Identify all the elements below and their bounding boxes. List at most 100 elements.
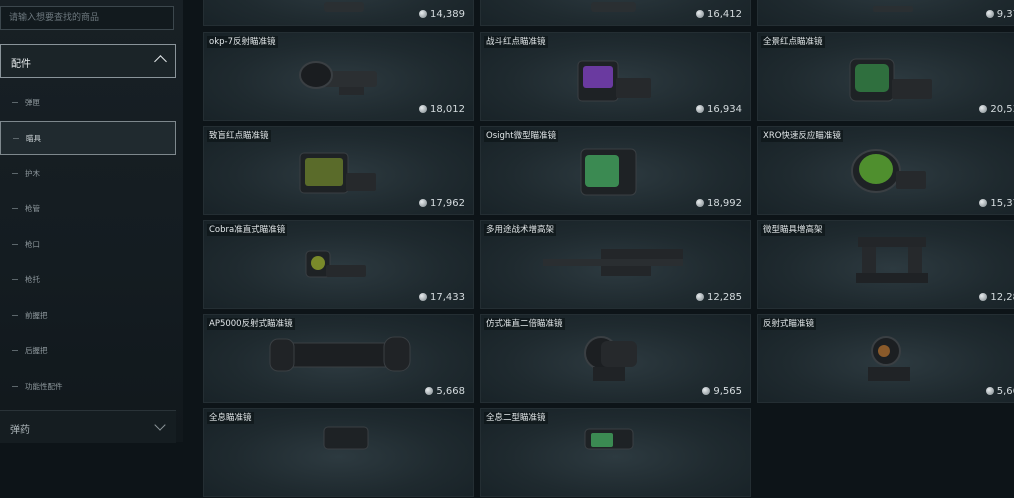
- coin-icon: [425, 387, 434, 395]
- product-card[interactable]: 反射式瞄准镜 5,66: [757, 314, 1014, 403]
- coin-icon: [696, 199, 704, 207]
- search-placeholder: 请输入想要查找的商品: [9, 13, 100, 23]
- product-name: 微型瞄具增高架: [761, 224, 825, 236]
- dash-icon: [12, 244, 18, 245]
- sidebar-item-stock[interactable]: 枪托: [0, 263, 176, 297]
- price-value: 9,565: [713, 386, 742, 397]
- product-card[interactable]: XRO快速反应瞄准镜 15,37: [757, 126, 1014, 215]
- product-card[interactable]: 战斗红点瞄准镜 16,934: [480, 32, 751, 121]
- sidebar-item-pistol-grip[interactable]: 后握把: [0, 334, 176, 368]
- coin-icon: [979, 293, 988, 301]
- price: 15,37: [979, 198, 1014, 209]
- search-input[interactable]: 请输入想要查找的商品: [0, 6, 174, 30]
- dash-icon: [12, 208, 18, 209]
- price: 18,992: [696, 198, 742, 209]
- price-value: 12,285: [707, 292, 742, 303]
- product-card[interactable]: 全息瞄准镜: [203, 408, 474, 497]
- dash-icon: [12, 315, 18, 316]
- dash-icon: [12, 173, 18, 174]
- price: 16,934: [696, 104, 742, 115]
- sidebar-item-label: 功能性配件: [25, 382, 63, 391]
- coin-icon: [702, 387, 711, 395]
- product-name: 全景红点瞄准镜: [761, 36, 825, 48]
- price: 5,66: [985, 386, 1014, 397]
- sidebar-item-label: 弹匣: [25, 98, 40, 107]
- price: 16,412: [696, 9, 742, 20]
- product-name: 仿式准直二倍瞄准镜: [484, 318, 565, 330]
- price-value: 15,37: [990, 198, 1014, 209]
- price: 17,962: [419, 198, 465, 209]
- product-name: okp-7反射瞄准镜: [207, 36, 278, 48]
- product-name: 致盲红点瞄准镜: [207, 130, 271, 142]
- coin-icon: [979, 105, 988, 113]
- sidebar-item-label: 护木: [25, 169, 40, 178]
- product-card[interactable]: 16,412: [480, 0, 751, 26]
- category-accessories[interactable]: 配件: [0, 44, 176, 78]
- product-grid: 14,389 16,412 9,37 okp-7反射瞄准镜 18,012 战斗红…: [203, 0, 1014, 497]
- sidebar-item-label: 枪口: [25, 240, 40, 249]
- category-ammo[interactable]: 弹药: [0, 410, 176, 443]
- product-name: Osight微型瞄准镜: [484, 130, 559, 142]
- product-card[interactable]: 14,389: [203, 0, 474, 26]
- sidebar-item-label: 后握把: [25, 346, 48, 355]
- product-card[interactable]: 致盲红点瞄准镜 17,962: [203, 126, 474, 215]
- sidebar-item-handguard[interactable]: 护木: [0, 157, 176, 191]
- price-value: 14,389: [430, 9, 465, 20]
- sidebar-item-functional[interactable]: 功能性配件: [0, 370, 176, 404]
- price: 9,37: [985, 9, 1014, 20]
- product-card[interactable]: 微型瞄具增高架 12,28: [757, 220, 1014, 309]
- product-card[interactable]: 全景红点瞄准镜 20,53: [757, 32, 1014, 121]
- sight-icon: [873, 6, 913, 12]
- coin-icon: [696, 105, 704, 113]
- coin-icon: [979, 199, 988, 207]
- price-value: 16,934: [707, 104, 742, 115]
- dash-icon: [12, 279, 18, 280]
- price-value: 16,412: [707, 9, 742, 20]
- price-value: 18,992: [707, 198, 742, 209]
- coin-icon: [696, 10, 704, 18]
- sidebar-item-sights[interactable]: 瞄具: [0, 121, 176, 155]
- price: 9,565: [702, 386, 742, 397]
- price-value: 17,962: [430, 198, 465, 209]
- price: 12,285: [696, 292, 742, 303]
- product-name: 战斗红点瞄准镜: [484, 36, 548, 48]
- coin-icon: [419, 199, 427, 207]
- sidebar-item-label: 枪管: [25, 204, 40, 213]
- product-card[interactable]: 仿式准直二倍瞄准镜 9,565: [480, 314, 751, 403]
- product-card[interactable]: 多用途战术增高架 12,285: [480, 220, 751, 309]
- product-card[interactable]: okp-7反射瞄准镜 18,012: [203, 32, 474, 121]
- price: 18,012: [419, 104, 465, 115]
- product-card[interactable]: 全息二型瞄准镜: [480, 408, 751, 497]
- price-value: 5,668: [436, 386, 465, 397]
- product-name: XRO快速反应瞄准镜: [761, 130, 843, 142]
- price-value: 20,53: [990, 104, 1014, 115]
- price: 12,28: [979, 292, 1014, 303]
- sidebar-item-muzzle[interactable]: 枪口: [0, 228, 176, 262]
- product-name: 全息二型瞄准镜: [484, 412, 548, 424]
- sidebar-item-magazine[interactable]: 弹匣: [0, 86, 176, 120]
- product-card[interactable]: AP5000反射式瞄准镜 5,668: [203, 314, 474, 403]
- product-card[interactable]: Cobra准直式瞄准镜 17,433: [203, 220, 474, 309]
- product-name: AP5000反射式瞄准镜: [207, 318, 295, 330]
- price-value: 18,012: [430, 104, 465, 115]
- dash-icon: [12, 350, 18, 351]
- price: 5,668: [425, 386, 465, 397]
- price-value: 17,433: [430, 292, 465, 303]
- price-value: 12,28: [990, 292, 1014, 303]
- dash-icon: [12, 386, 18, 387]
- price-value: 5,66: [996, 386, 1014, 397]
- product-card[interactable]: Osight微型瞄准镜 18,992: [480, 126, 751, 215]
- sidebar-item-label: 瞄具: [26, 134, 41, 143]
- sidebar-item-label: 枪托: [25, 275, 40, 284]
- sidebar-item-foregrip[interactable]: 前握把: [0, 299, 176, 333]
- category-label: 配件: [11, 59, 31, 70]
- chevron-up-icon: [154, 55, 167, 68]
- product-name: 反射式瞄准镜: [761, 318, 817, 330]
- dash-icon: [12, 102, 18, 103]
- coin-icon: [696, 293, 704, 301]
- price-value: 9,37: [996, 9, 1014, 20]
- sidebar-item-barrel[interactable]: 枪管: [0, 192, 176, 226]
- product-card[interactable]: 9,37: [757, 0, 1014, 26]
- dash-icon: [13, 138, 19, 139]
- product-name: 多用途战术增高架: [484, 224, 557, 236]
